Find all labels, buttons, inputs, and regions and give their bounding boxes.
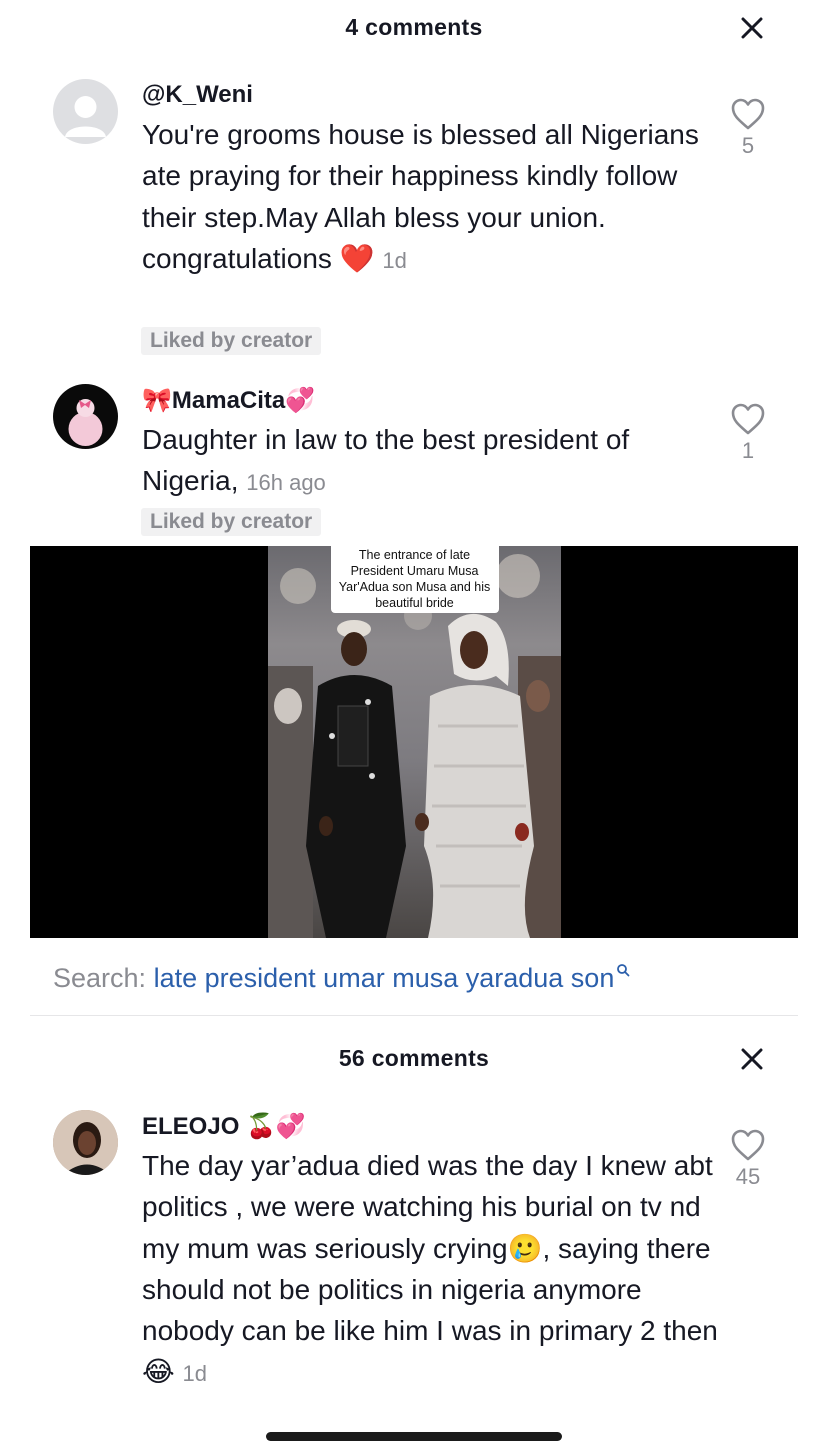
avatar[interactable]	[53, 384, 118, 449]
search-suggestion[interactable]: Search: late president umar musa yaradua…	[53, 963, 630, 994]
profile-avatar-icon	[68, 399, 103, 446]
video-player[interactable]: The entrance of late President Umaru Mus…	[30, 546, 798, 938]
liked-by-creator-badge: Liked by creator	[141, 327, 322, 355]
comment-text: The day yar’adua died was the day I knew…	[142, 1145, 722, 1395]
comment-username[interactable]: ELEOJO 🍒💞	[142, 1112, 306, 1141]
avatar[interactable]	[53, 79, 118, 144]
search-prefix: Search:	[53, 963, 147, 993]
like-button[interactable]: 1	[728, 402, 768, 464]
comment-time: 16h ago	[246, 470, 326, 496]
liked-by-creator-badge: Liked by creator	[141, 508, 322, 536]
search-suggestion-bar[interactable]: Search: late president umar musa yaradua…	[30, 938, 798, 1016]
like-count: 5	[741, 133, 755, 158]
comment-username[interactable]: @K_Weni	[142, 81, 253, 109]
comment-time: 1d	[182, 1361, 207, 1387]
heart-outline-icon	[731, 403, 765, 435]
close-icon	[741, 17, 763, 39]
default-avatar-icon	[65, 96, 106, 137]
search-query[interactable]: late president umar musa yaradua son	[154, 963, 615, 993]
comment-text-content: Daughter in law to the best president of…	[142, 424, 630, 497]
close-icon	[741, 1048, 763, 1070]
video-frame: The entrance of late President Umaru Mus…	[268, 546, 561, 938]
like-count: 1	[741, 438, 755, 463]
close-button[interactable]	[738, 1045, 766, 1073]
comments-header-top: 4 comments	[0, 0, 828, 56]
comment-time: 1d	[382, 247, 407, 273]
comment-username[interactable]: 🎀MamaCita💞	[142, 386, 315, 415]
heart-outline-icon	[731, 98, 765, 130]
comments-header-bottom: 56 comments	[0, 1031, 828, 1087]
comment-text: You're grooms house is blessed all Niger…	[142, 114, 722, 281]
heart-outline-icon	[731, 1129, 765, 1161]
video-caption: The entrance of late President Umaru Mus…	[330, 546, 499, 613]
avatar[interactable]	[53, 1110, 118, 1175]
comments-count-title: 4 comments	[345, 14, 483, 40]
home-indicator[interactable]	[266, 1432, 562, 1441]
comment-text: Daughter in law to the best president of…	[142, 419, 722, 504]
like-count: 45	[735, 1164, 761, 1189]
search-icon	[617, 964, 630, 977]
like-button[interactable]: 5	[728, 97, 768, 159]
close-button[interactable]	[738, 14, 766, 42]
comment-text-content: You're grooms house is blessed all Niger…	[142, 119, 699, 274]
comment-text-content: The day yar’adua died was the day I knew…	[142, 1150, 718, 1388]
like-button[interactable]: 45	[728, 1128, 768, 1190]
profile-avatar-icon	[53, 1110, 118, 1175]
comments-count-title: 56 comments	[338, 1045, 490, 1071]
